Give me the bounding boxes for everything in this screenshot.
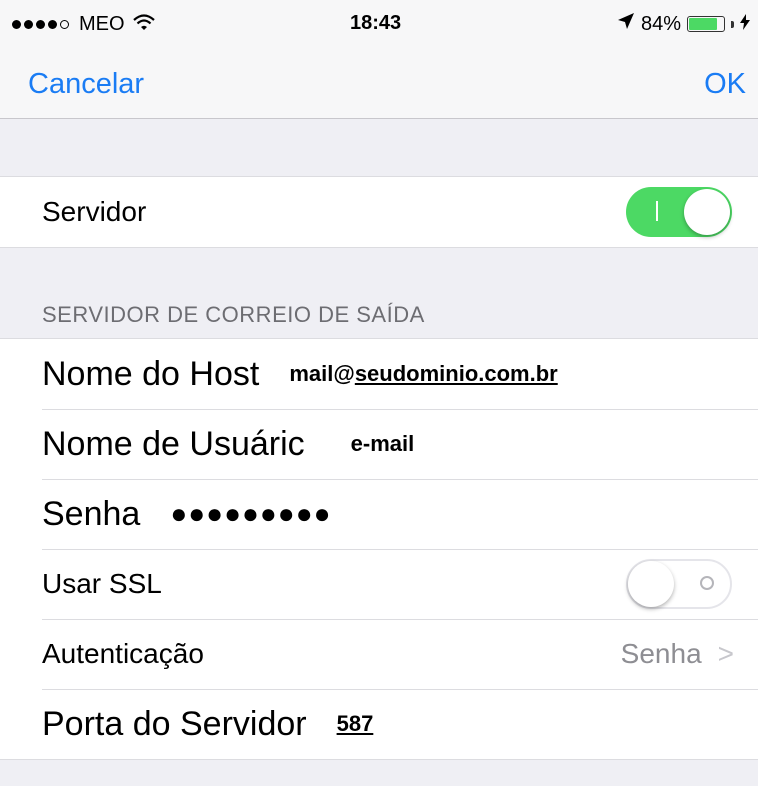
server-toggle[interactable] xyxy=(626,187,732,237)
battery-fill xyxy=(689,18,718,30)
wifi-icon xyxy=(132,12,155,36)
navigation-bar: Cancelar OK xyxy=(0,42,758,119)
status-left: MEO xyxy=(12,12,155,36)
chevron-right-icon: > xyxy=(717,638,734,669)
host-name-label: Nome do Host xyxy=(42,354,260,393)
server-row: Servidor xyxy=(0,177,758,247)
use-ssl-label: Usar SSL xyxy=(42,568,162,599)
charging-icon xyxy=(740,13,750,36)
outgoing-server-group: Nome do Host mail@seudominio.com.br Nome… xyxy=(0,338,758,760)
password-row[interactable]: Senha ●●●●●●●●● xyxy=(0,479,758,549)
status-bar: MEO 18:43 84% xyxy=(0,0,758,42)
server-port-value[interactable]: 587 xyxy=(337,711,374,737)
host-name-prefix: mail@ xyxy=(289,361,355,386)
server-toggle-wrap xyxy=(626,177,732,247)
toggle-on-mark xyxy=(656,201,658,221)
authentication-row[interactable]: Autenticação Senha > xyxy=(0,619,758,689)
status-time: 18:43 xyxy=(350,12,402,34)
username-value[interactable]: e-mail xyxy=(351,431,415,457)
password-value[interactable]: ●●●●●●●●● xyxy=(170,498,331,530)
battery-icon xyxy=(687,16,725,32)
toggle-knob xyxy=(628,561,674,607)
carrier-name: MEO xyxy=(79,12,125,35)
signal-strength-icon xyxy=(12,19,69,29)
host-name-domain: seudominio.com.br xyxy=(354,361,558,386)
username-row[interactable]: Nome de Usuáric e-mail xyxy=(0,409,758,479)
authentication-value: Senha xyxy=(620,638,702,669)
cancel-button[interactable]: Cancelar xyxy=(28,68,144,101)
authentication-label: Autenticação xyxy=(42,638,204,669)
ssl-toggle-wrap xyxy=(626,549,732,619)
server-port-label: Porta do Servidor xyxy=(42,704,307,743)
host-name-row[interactable]: Nome do Host mail@seudominio.com.br xyxy=(0,339,758,409)
ok-button[interactable]: OK xyxy=(704,68,746,101)
location-arrow-icon xyxy=(617,12,635,36)
password-label: Senha xyxy=(42,494,141,533)
ssl-toggle[interactable] xyxy=(626,559,732,609)
toggle-off-mark xyxy=(700,576,714,590)
server-group: Servidor xyxy=(0,176,758,248)
toggle-knob xyxy=(684,189,730,235)
outgoing-section-header: SERVIDOR DE CORREIO DE SAÍDA xyxy=(42,302,425,327)
server-port-row[interactable]: Porta do Servidor 587 xyxy=(0,689,758,759)
use-ssl-row: Usar SSL xyxy=(0,549,758,619)
settings-screen: MEO 18:43 84% Cancelar OK Servidor SERVI… xyxy=(0,0,758,786)
host-name-value[interactable]: mail@seudominio.com.br xyxy=(289,361,557,387)
username-label: Nome de Usuáric xyxy=(42,424,305,463)
status-right: 84% xyxy=(617,12,750,36)
battery-tip xyxy=(731,20,734,28)
authentication-right: Senha > xyxy=(621,619,734,689)
server-label: Servidor xyxy=(42,196,147,227)
battery-percent: 84% xyxy=(640,12,681,35)
